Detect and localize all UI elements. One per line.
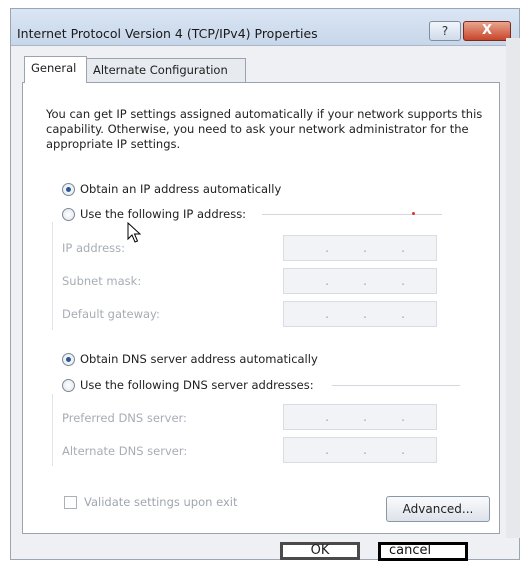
ip-dot: . [401, 274, 405, 288]
window-edge [506, 38, 520, 538]
dns-group-border [52, 394, 53, 466]
ip-dot: . [401, 307, 405, 321]
help-button[interactable]: ? [429, 21, 461, 41]
ip-dot: . [363, 443, 367, 457]
alternate-dns-label: Alternate DNS server: [62, 444, 188, 458]
ip-group-border [52, 222, 53, 330]
tab-alternate-configuration[interactable]: Alternate Configuration [86, 58, 246, 82]
ip-dot: . [325, 307, 329, 321]
obtain-ip-auto-radio[interactable] [62, 183, 75, 196]
use-following-ip-radio[interactable] [62, 208, 75, 221]
obtain-dns-auto-label[interactable]: Obtain DNS server address automatically [80, 352, 318, 366]
ip-dot: . [363, 307, 367, 321]
ip-dot: . [363, 410, 367, 424]
ip-dot: . [325, 241, 329, 255]
use-following-dns-radio[interactable] [62, 379, 75, 392]
mouse-pointer-icon [127, 222, 142, 243]
intro-text: You can get IP settings assigned automat… [46, 107, 483, 151]
artifact-dot [412, 212, 415, 215]
ip-dot: . [363, 241, 367, 255]
window-title: Internet Protocol Version 4 (TCP/IPv4) P… [17, 26, 318, 41]
tab-general[interactable]: General [24, 56, 87, 83]
preferred-dns-field[interactable]: ... [283, 404, 437, 430]
advanced-button[interactable]: Advanced... [386, 496, 490, 522]
ip-dot: . [325, 274, 329, 288]
ip-address-label: IP address: [62, 241, 126, 255]
title-bar[interactable]: Internet Protocol Version 4 (TCP/IPv4) P… [11, 9, 519, 46]
ip-dot: . [325, 410, 329, 424]
use-following-dns-label[interactable]: Use the following DNS server addresses: [80, 378, 314, 392]
validate-settings-checkbox[interactable] [64, 496, 77, 509]
ip-dot: . [363, 274, 367, 288]
validate-settings-label[interactable]: Validate settings upon exit [84, 495, 237, 509]
alternate-dns-field[interactable]: ... [283, 437, 437, 463]
default-gateway-field[interactable]: ... [283, 301, 437, 327]
default-gateway-label: Default gateway: [62, 307, 160, 321]
subnet-mask-field[interactable]: ... [283, 268, 437, 294]
use-following-ip-label[interactable]: Use the following IP address: [80, 207, 246, 221]
obtain-ip-auto-label[interactable]: Obtain an IP address automatically [80, 182, 281, 196]
ip-dot: . [325, 443, 329, 457]
obtain-dns-auto-radio[interactable] [62, 353, 75, 366]
ip-address-field[interactable]: ... [283, 235, 437, 261]
dns-group-divider [332, 385, 460, 386]
ok-button[interactable]: OK [280, 542, 360, 560]
ip-group-divider [262, 214, 442, 215]
ip-dot: . [401, 241, 405, 255]
subnet-mask-label: Subnet mask: [62, 274, 142, 288]
ip-dot: . [401, 410, 405, 424]
close-button[interactable]: X [463, 21, 511, 41]
cancel-button[interactable]: cancel [378, 542, 468, 561]
ip-dot: . [401, 443, 405, 457]
preferred-dns-label: Preferred DNS server: [62, 411, 187, 425]
